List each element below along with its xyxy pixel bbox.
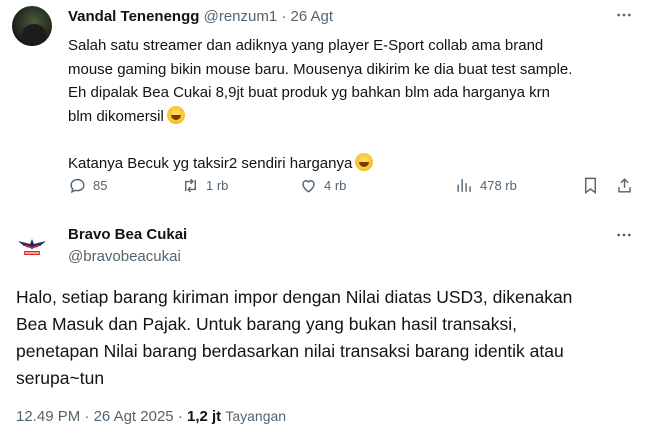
more-options-icon[interactable] — [614, 226, 634, 246]
repost-count: 1 rb — [206, 178, 229, 193]
views-button[interactable]: 478 rb — [455, 176, 517, 195]
view-count: 1,2 jt — [186, 408, 222, 425]
tweet-line: Salah satu streamer dan adiknya yang pla… — [68, 37, 544, 54]
separator: · — [177, 408, 183, 425]
laughing-emoji-icon — [355, 152, 374, 171]
tweet-line: mouse gaming bikin mouse baru. Mousenya … — [68, 60, 573, 78]
tweet-line-text: blm dikomersil — [68, 107, 164, 125]
tweet-header: Vandal Tenenengg @renzum1 · 26 Agt — [68, 8, 333, 25]
view-count-label: Tayangan — [225, 408, 287, 424]
tweet-meta: 12.49 PM · 26 Agt 2025 · 1,2 jt Tayangan — [16, 408, 286, 425]
tweet-date[interactable]: 26 Agt — [291, 8, 334, 25]
tweet-line: blm dikomersil — [68, 105, 638, 129]
bea-cukai-logo-icon — [18, 239, 46, 255]
tweet-date[interactable]: 26 Agt 2025 — [94, 408, 174, 425]
like-button[interactable]: 4 rb — [299, 176, 346, 195]
tweet-time[interactable]: 12.49 PM — [16, 408, 80, 425]
share-button[interactable] — [615, 176, 640, 195]
bookmark-icon — [585, 177, 596, 195]
separator: · — [281, 8, 287, 25]
share-icon — [618, 178, 631, 193]
reply-icon — [70, 178, 85, 194]
avatar-bravo-bea-cukai[interactable] — [12, 224, 52, 264]
reply-button[interactable]: 85 — [68, 176, 107, 195]
author-name[interactable]: Vandal Tenenengg — [68, 8, 199, 25]
tweet-line: Eh dipalak Bea Cukai 8,9jt buat produk y… — [68, 84, 550, 101]
tweet-line-blank — [68, 128, 638, 152]
tweet-text: Salah satu streamer dan adiknya yang pla… — [68, 34, 638, 175]
avatar[interactable] — [12, 6, 52, 46]
repost-icon — [185, 178, 196, 193]
author-name[interactable]: Bravo Bea Cukai — [68, 226, 187, 243]
separator: · — [84, 408, 90, 425]
tweet-line: serupa~tun — [16, 368, 105, 388]
laughing-emoji-icon — [166, 105, 185, 124]
heart-icon — [302, 180, 315, 193]
repost-button[interactable]: 1 rb — [181, 176, 228, 195]
reply-count: 85 — [93, 178, 108, 193]
tweet-line: Halo, setiap barang kiriman impor dengan… — [16, 287, 573, 307]
tweet-line: Katanya Becuk yg taksir2 sendiri hargany… — [68, 152, 638, 176]
tweet-line-text: Katanya Becuk yg taksir2 sendiri hargany… — [68, 154, 353, 172]
views-count: 478 rb — [480, 178, 517, 193]
tweet-line: penetapan Nilai barang berdasarkan nilai… — [16, 341, 564, 361]
more-options-icon[interactable] — [614, 6, 634, 26]
bookmark-button[interactable] — [581, 176, 606, 195]
action-bar: 85 1 rb 4 rb 478 rb — [68, 176, 638, 198]
author-handle[interactable]: @bravobeacukai — [68, 248, 181, 265]
tweet-text: Halo, setiap barang kiriman impor dengan… — [16, 284, 636, 392]
tweet-line: Bea Masuk dan Pajak. Untuk barang yang b… — [16, 314, 517, 334]
analytics-icon — [457, 179, 471, 192]
author-handle[interactable]: @renzum1 — [204, 8, 278, 25]
like-count: 4 rb — [324, 178, 347, 193]
